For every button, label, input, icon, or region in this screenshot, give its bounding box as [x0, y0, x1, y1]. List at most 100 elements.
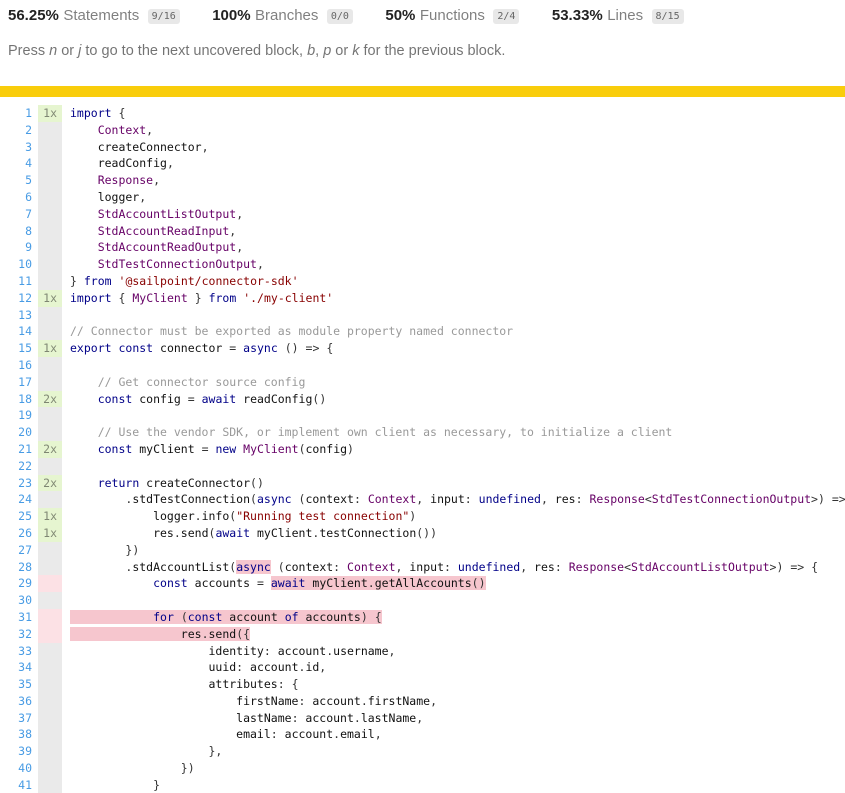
- token-kwd: from: [84, 274, 112, 288]
- line-coverage-cell: [38, 139, 62, 156]
- token-pln: [278, 341, 285, 355]
- token-pln: [472, 492, 479, 506]
- line-number-link[interactable]: 1: [0, 105, 38, 122]
- line-number-link[interactable]: 9: [0, 239, 38, 256]
- line-uncovered-badge: [38, 575, 62, 592]
- line-number-link[interactable]: 40: [0, 760, 38, 777]
- line-number-link[interactable]: 37: [0, 710, 38, 727]
- line-coverage-cell: [38, 760, 62, 777]
- uncovered-statement: {: [375, 610, 382, 624]
- line-number-link[interactable]: 12: [0, 290, 38, 307]
- token-typ: StdAccountListOutput: [98, 207, 236, 221]
- token-pln: info: [202, 509, 230, 523]
- token-pun: ,: [416, 711, 423, 725]
- line-number-link[interactable]: 2: [0, 122, 38, 139]
- line-number-link[interactable]: 32: [0, 626, 38, 643]
- token-com: // Get connector source config: [70, 375, 305, 389]
- line-number-link[interactable]: 23: [0, 475, 38, 492]
- token-typ: StdTestConnectionOutput: [652, 492, 811, 506]
- line-number-link[interactable]: 8: [0, 223, 38, 240]
- line-number-link[interactable]: 18: [0, 391, 38, 408]
- line-number-link[interactable]: 6: [0, 189, 38, 206]
- token-pun: :: [292, 711, 299, 725]
- code-line: }): [70, 760, 845, 777]
- token-pln: send: [181, 526, 209, 540]
- uncovered-statement: send: [209, 627, 237, 641]
- line-coverage-cell: [38, 189, 62, 206]
- line-number-link[interactable]: 15: [0, 340, 38, 357]
- code-line: [70, 458, 845, 475]
- code-line: [70, 357, 845, 374]
- token-pln: account: [305, 694, 360, 708]
- code-line: },: [70, 743, 845, 760]
- line-coverage-cell: [38, 693, 62, 710]
- line-number-link[interactable]: 24: [0, 491, 38, 508]
- line-number-link[interactable]: 25: [0, 508, 38, 525]
- line-number-link[interactable]: 34: [0, 659, 38, 676]
- token-pln: config: [132, 392, 187, 406]
- token-pln: account: [271, 644, 326, 658]
- line-number-link[interactable]: 31: [0, 609, 38, 626]
- line-number-link[interactable]: 7: [0, 206, 38, 223]
- token-pun: =>: [832, 492, 845, 506]
- line-number-link[interactable]: 41: [0, 777, 38, 793]
- line-coverage-cell: [38, 357, 62, 374]
- token-typ: Response: [589, 492, 644, 506]
- line-number-link[interactable]: 29: [0, 575, 38, 592]
- code-line: import { MyClient } from './my-client': [70, 290, 845, 307]
- uncovered-statement: async: [236, 560, 271, 574]
- line-coverage-cell: [38, 726, 62, 743]
- line-number-link[interactable]: 22: [0, 458, 38, 475]
- line-number-link[interactable]: 38: [0, 726, 38, 743]
- uncovered-statement: await: [271, 576, 306, 590]
- token-pln: account: [243, 660, 298, 674]
- line-number-link[interactable]: 28: [0, 559, 38, 576]
- token-pun: ,: [236, 207, 243, 221]
- token-pln: email: [70, 727, 271, 741]
- line-number-link[interactable]: 27: [0, 542, 38, 559]
- line-number-link[interactable]: 30: [0, 592, 38, 609]
- line-number-link[interactable]: 16: [0, 357, 38, 374]
- token-pun: {: [811, 560, 818, 574]
- token-pun: (): [250, 476, 264, 490]
- line-number-link[interactable]: 35: [0, 676, 38, 693]
- line-number-link[interactable]: 36: [0, 693, 38, 710]
- line-coverage-cell: [38, 659, 62, 676]
- token-pln: [70, 744, 208, 758]
- token-pln: [70, 257, 98, 271]
- token-pun: ,: [389, 644, 396, 658]
- line-number-link[interactable]: 13: [0, 307, 38, 324]
- token-pln: [285, 677, 292, 691]
- line-number-link[interactable]: 5: [0, 172, 38, 189]
- line-number-link[interactable]: 20: [0, 424, 38, 441]
- token-typ: Response: [98, 173, 153, 187]
- token-pln: [188, 291, 195, 305]
- token-pun: }: [153, 778, 160, 792]
- line-number-link[interactable]: 14: [0, 323, 38, 340]
- line-number-link[interactable]: 3: [0, 139, 38, 156]
- line-number-link[interactable]: 39: [0, 743, 38, 760]
- token-kwd: from: [209, 291, 237, 305]
- token-pln: [292, 492, 299, 506]
- line-number-link[interactable]: 10: [0, 256, 38, 273]
- line-coverage-cell: [38, 273, 62, 290]
- token-pun: },: [208, 744, 222, 758]
- token-pln: [361, 492, 368, 506]
- token-pln: uuid: [70, 660, 236, 674]
- line-number-link[interactable]: 26: [0, 525, 38, 542]
- token-typ: Context: [98, 123, 146, 137]
- line-coverage-column: 1x 1x 1x 2x 2x 2x 1x1x: [38, 105, 62, 793]
- line-number-link[interactable]: 17: [0, 374, 38, 391]
- line-number-link[interactable]: 11: [0, 273, 38, 290]
- line-number-link[interactable]: 19: [0, 407, 38, 424]
- code-line: return createConnector(): [70, 475, 845, 492]
- line-number-link[interactable]: 21: [0, 441, 38, 458]
- token-pun: ,: [319, 660, 326, 674]
- line-number-link[interactable]: 33: [0, 643, 38, 660]
- line-number-link[interactable]: 4: [0, 155, 38, 172]
- token-pln: [70, 761, 181, 775]
- token-pln: res: [70, 526, 174, 540]
- code-line: logger.info("Running test connection"): [70, 508, 845, 525]
- shortcut-key: k: [352, 43, 359, 59]
- token-pun: ,: [202, 140, 209, 154]
